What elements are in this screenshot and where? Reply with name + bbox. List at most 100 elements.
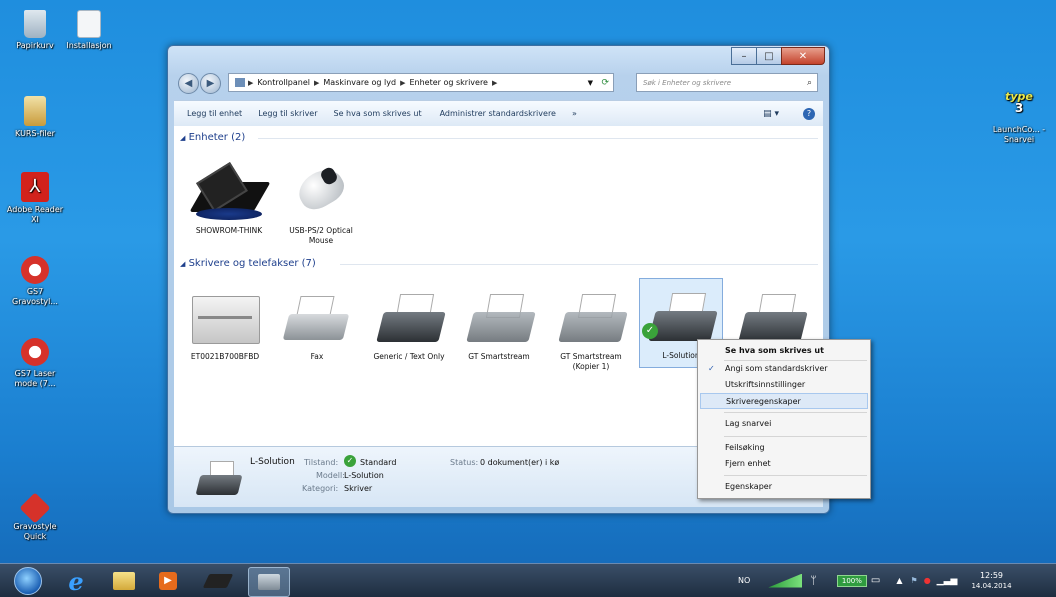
printer-label: GT Smartstream (Kopier 1)	[560, 352, 622, 371]
taskbar-laptop-app[interactable]	[198, 567, 238, 595]
windows-orb-icon	[14, 567, 42, 595]
address-bar[interactable]: ▶ Kontrollpanel ▶ Maskinvare og lyd ▶ En…	[228, 73, 614, 92]
details-state-label: Tilstand:	[304, 458, 339, 467]
help-icon[interactable]: ?	[803, 107, 815, 120]
menu-item-troubleshoot[interactable]: Feilsøking	[700, 440, 868, 456]
gravostyle-laser-icon	[21, 338, 49, 366]
menu-item-remove-device[interactable]: Fjern enhet	[700, 456, 868, 472]
printer-icon: ✓	[640, 285, 722, 347]
forward-button[interactable]: ▶	[200, 73, 221, 94]
desktop-icon-gs7-laser[interactable]: GS7 Laser mode (7...	[3, 338, 67, 389]
menu-item-set-default[interactable]: ✓ Angi som standardskriver	[700, 361, 868, 377]
menu-item-properties[interactable]: Egenskaper	[700, 479, 868, 495]
printer-item-fax[interactable]: Fax	[276, 286, 358, 362]
details-status-value: 0 dokument(er) i kø	[480, 458, 560, 467]
desktop-icon-label: GS7 Laser mode (7...	[14, 369, 56, 388]
printer-label: ET0021B700BFBD	[190, 352, 260, 361]
taskbar: e ▶ NO ᛘ 100% ▭ ▲ ⚑ ● ▁▃▅ 12:59 14.04.20…	[0, 563, 1056, 597]
refresh-icon[interactable]: ⟳	[601, 78, 609, 88]
printer-context-menu: Se hva som skrives ut ✓ Angi som standar…	[697, 339, 871, 499]
add-printer-button[interactable]: Legg til skriver	[258, 109, 317, 118]
menu-item-print-preferences[interactable]: Utskriftsinnstillinger	[700, 377, 868, 393]
folder-archive-icon	[24, 96, 46, 126]
group-header-printers[interactable]: ◢ Skrivere og telefakser (7)	[180, 258, 818, 269]
desktop-icon-kurs-filer[interactable]: KURS-filer	[3, 96, 67, 139]
laser-printer-icon	[184, 286, 266, 348]
printer-item-gt-smartstream[interactable]: GT Smartstream	[458, 286, 540, 362]
printer-item-et0021b700bfbd[interactable]: ET0021B700BFBD	[184, 286, 266, 362]
control-panel-icon	[235, 78, 245, 87]
address-dropdown-icon[interactable]: ▼	[588, 79, 593, 87]
more-commands-button[interactable]: »	[572, 109, 577, 118]
show-hidden-icons[interactable]: ▲	[896, 576, 902, 585]
system-tray: NO ᛘ 100% ▭ ▲ ⚑ ● ▁▃▅ 12:59 14.04.2014	[738, 564, 1012, 597]
back-button[interactable]: ◀	[178, 73, 199, 94]
recycle-bin-icon	[24, 10, 46, 38]
printer-label: Generic / Text Only	[373, 352, 445, 361]
printer-item-generic-text[interactable]: Generic / Text Only	[368, 286, 450, 362]
desktop-icon-gravostyle-quick[interactable]: Gravostyle Quick	[3, 492, 67, 542]
app-tray-icon[interactable]: ●	[924, 576, 931, 585]
start-button[interactable]	[8, 567, 48, 595]
back-arrow-icon: ◀	[184, 78, 193, 89]
device-label: USB-PS/2 Optical Mouse	[289, 226, 353, 245]
default-check-icon: ✓	[642, 323, 658, 339]
desktop-icon-label: KURS-filer	[15, 129, 55, 138]
desktop-icon-gs7-gravostyle[interactable]: GS7 Gravostyl...	[3, 256, 67, 307]
menu-item-label: Feilsøking	[725, 443, 765, 452]
desktop-icon-label: LaunchCo... - Snarvei	[992, 125, 1046, 144]
signal-bars-icon[interactable]: ▁▃▅	[937, 576, 958, 586]
network-signal-icon[interactable]	[768, 573, 803, 588]
battery-indicator[interactable]: 100%	[836, 574, 867, 587]
desktop-icon-label: Installasjon	[66, 41, 112, 50]
taskbar-devices-printers[interactable]	[248, 567, 290, 597]
desktop-icon-installasjon[interactable]: Installasjon	[57, 10, 121, 51]
menu-item-label: Fjern enhet	[725, 459, 771, 468]
taskbar-media-player[interactable]: ▶	[148, 567, 188, 595]
gravostyle-quick-icon	[19, 492, 51, 524]
view-options-icon[interactable]: ▤ ▾	[763, 109, 779, 119]
printer-icon	[458, 286, 540, 348]
details-state-value: Standard	[360, 458, 397, 467]
group-header-devices[interactable]: ◢ Enheter (2)	[180, 132, 818, 143]
search-input[interactable]: Søk i Enheter og skrivere ⌕	[636, 73, 818, 92]
breadcrumb-item[interactable]: Kontrollpanel	[257, 78, 310, 87]
group-title: Enheter (2)	[188, 132, 246, 143]
clock-time: 12:59	[979, 570, 1004, 580]
details-model-label: Modell:	[316, 471, 345, 480]
wireless-icon[interactable]: ᛘ	[810, 574, 817, 587]
check-icon: ✓	[344, 455, 356, 467]
manage-default-printers-button[interactable]: Administrer standardskrivere	[440, 109, 556, 118]
device-item-laptop[interactable]: SHOWROM-THINK	[188, 160, 271, 236]
device-item-mouse[interactable]: USB-PS/2 Optical Mouse	[280, 160, 362, 246]
printer-icon	[368, 286, 450, 348]
details-name: L-Solution	[250, 457, 295, 467]
menu-item-printer-properties[interactable]: Skriveregenskaper	[700, 393, 868, 409]
desktop-icon-adobe-reader[interactable]: ⅄ Adobe Reader XI	[3, 172, 67, 225]
printer-label: Fax	[310, 352, 324, 361]
desktop-icon-launchco[interactable]: type 3 LaunchCo... - Snarvei	[987, 91, 1051, 145]
menu-item-label: Se hva som skrives ut	[725, 346, 824, 355]
taskbar-explorer[interactable]	[104, 567, 144, 595]
menu-item-label: Angi som standardskriver	[725, 364, 828, 373]
flag-icon[interactable]: ⚑	[911, 576, 918, 585]
menu-item-label: Lag snarvei	[725, 419, 772, 428]
details-category-value: Skriver	[344, 484, 373, 493]
gravostyle-icon	[21, 256, 49, 284]
language-indicator[interactable]: NO	[738, 576, 750, 585]
forward-arrow-icon: ▶	[206, 78, 215, 89]
breadcrumb-item[interactable]: Enheter og skrivere	[409, 78, 488, 87]
add-device-button[interactable]: Legg til enhet	[187, 109, 242, 118]
menu-item-create-shortcut[interactable]: Lag snarvei	[700, 416, 868, 432]
see-printing-button[interactable]: Se hva som skrives ut	[334, 109, 422, 118]
printer-item-gt-smartstream-copy[interactable]: GT Smartstream (Kopier 1)	[550, 286, 632, 372]
breadcrumb-separator-icon: ▶	[400, 78, 406, 87]
battery-icon[interactable]: ▭	[871, 575, 880, 586]
group-title: Skrivere og telefakser (7)	[188, 258, 316, 269]
menu-item-see-printing[interactable]: Se hva som skrives ut	[700, 343, 868, 359]
checkmark-icon: ✓	[708, 364, 715, 373]
breadcrumb-item[interactable]: Maskinvare og lyd	[323, 78, 396, 87]
clock[interactable]: 12:59 14.04.2014	[971, 571, 1011, 591]
taskbar-internet-explorer[interactable]: e	[56, 567, 96, 596]
laptop-icon	[188, 160, 271, 222]
